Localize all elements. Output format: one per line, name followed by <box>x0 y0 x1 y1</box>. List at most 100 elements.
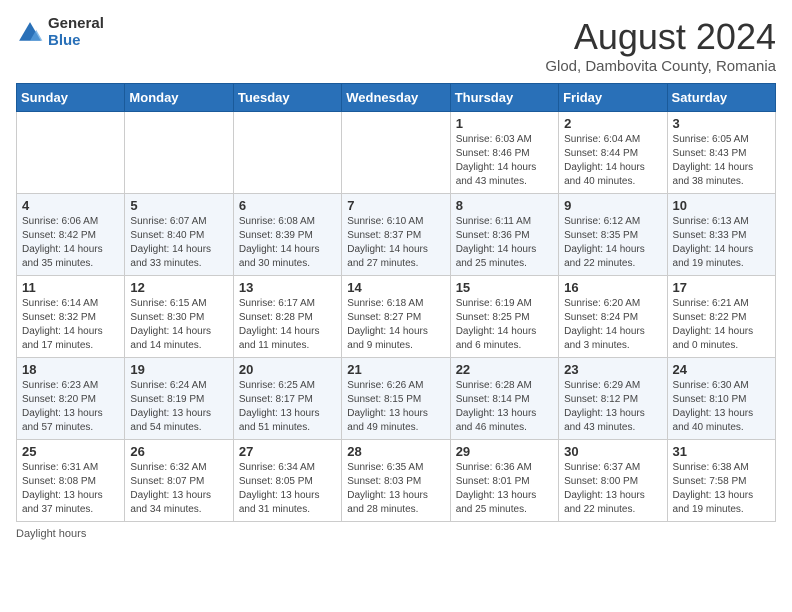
day-detail: Sunrise: 6:25 AM Sunset: 8:17 PM Dayligh… <box>239 379 336 435</box>
main-title: August 2024 <box>545 16 776 58</box>
day-number: 23 <box>564 362 661 377</box>
calendar-cell: 22 Sunrise: 6:28 AM Sunset: 8:14 PM Dayli… <box>450 358 558 440</box>
day-number: 3 <box>673 116 770 131</box>
day-number: 8 <box>456 198 553 213</box>
day-number: 29 <box>456 444 553 459</box>
day-detail: Sunrise: 6:13 AM Sunset: 8:33 PM Dayligh… <box>673 215 770 271</box>
calendar-cell <box>342 112 450 194</box>
calendar-cell: 27Sunrise: 6:34 AM Sunset: 8:05 PM Dayli… <box>233 440 341 522</box>
day-detail: Sunrise: 6:34 AM Sunset: 8:05 PM Dayligh… <box>239 461 336 517</box>
day-number: 17 <box>673 280 770 295</box>
logo-text: General Blue <box>48 16 104 49</box>
calendar-cell: 3Sunrise: 6:05 AM Sunset: 8:43 PM Daylig… <box>667 112 775 194</box>
day-number: 7 <box>347 198 444 213</box>
day-detail: Sunrise: 6:37 AM Sunset: 8:00 PM Dayligh… <box>564 461 661 517</box>
day-number: 14 <box>347 280 444 295</box>
day-number: 12 <box>130 280 227 295</box>
day-number: 31 <box>673 444 770 459</box>
logo-general-text: General <box>48 16 104 33</box>
calendar-cell: 10 Sunrise: 6:13 AM Sunset: 8:33 PM Dayli… <box>667 194 775 276</box>
day-number: 15 <box>456 280 553 295</box>
calendar-cell: 28Sunrise: 6:35 AM Sunset: 8:03 PM Dayli… <box>342 440 450 522</box>
calendar-week-row: 25 Sunrise: 6:31 AM Sunset: 8:08 PM Dayli… <box>17 440 776 522</box>
day-number: 25 <box>22 444 119 459</box>
col-header-sunday: Sunday <box>17 84 125 112</box>
calendar-week-row: 1Sunrise: 6:03 AM Sunset: 8:46 PM Daylig… <box>17 112 776 194</box>
day-number: 30 <box>564 444 661 459</box>
calendar-cell: 14Sunrise: 6:18 AM Sunset: 8:27 PM Dayli… <box>342 276 450 358</box>
calendar-cell <box>233 112 341 194</box>
logo-blue-text: Blue <box>48 33 104 50</box>
calendar-cell: 19 Sunrise: 6:24 AM Sunset: 8:19 PM Dayli… <box>125 358 233 440</box>
day-number: 20 <box>239 362 336 377</box>
day-number: 26 <box>130 444 227 459</box>
day-number: 24 <box>673 362 770 377</box>
day-number: 16 <box>564 280 661 295</box>
calendar-cell: 7 Sunrise: 6:10 AM Sunset: 8:37 PM Daylig… <box>342 194 450 276</box>
day-number: 21 <box>347 362 444 377</box>
calendar-cell: 4 Sunrise: 6:06 AM Sunset: 8:42 PM Daylig… <box>17 194 125 276</box>
calendar-cell: 25 Sunrise: 6:31 AM Sunset: 8:08 PM Dayli… <box>17 440 125 522</box>
calendar-cell: 5 Sunrise: 6:07 AM Sunset: 8:40 PM Daylig… <box>125 194 233 276</box>
day-detail: Sunrise: 6:06 AM Sunset: 8:42 PM Dayligh… <box>22 215 119 271</box>
day-number: 19 <box>130 362 227 377</box>
calendar-cell: 12 Sunrise: 6:15 AM Sunset: 8:30 PM Dayli… <box>125 276 233 358</box>
calendar-cell: 11Sunrise: 6:14 AM Sunset: 8:32 PM Dayli… <box>17 276 125 358</box>
day-detail: Sunrise: 6:36 AM Sunset: 8:01 PM Dayligh… <box>456 461 553 517</box>
calendar-cell: 20 Sunrise: 6:25 AM Sunset: 8:17 PM Dayli… <box>233 358 341 440</box>
day-detail: Sunrise: 6:28 AM Sunset: 8:14 PM Dayligh… <box>456 379 553 435</box>
calendar-cell: 21 Sunrise: 6:26 AM Sunset: 8:15 PM Dayli… <box>342 358 450 440</box>
calendar-cell: 24 Sunrise: 6:30 AM Sunset: 8:10 PM Dayli… <box>667 358 775 440</box>
calendar-cell: 2Sunrise: 6:04 AM Sunset: 8:44 PM Daylig… <box>559 112 667 194</box>
day-detail: Sunrise: 6:07 AM Sunset: 8:40 PM Dayligh… <box>130 215 227 271</box>
day-detail: Sunrise: 6:31 AM Sunset: 8:08 PM Dayligh… <box>22 461 119 517</box>
calendar-week-row: 18 Sunrise: 6:23 AM Sunset: 8:20 PM Dayli… <box>17 358 776 440</box>
day-detail: Sunrise: 6:08 AM Sunset: 8:39 PM Dayligh… <box>239 215 336 271</box>
calendar-cell: 1Sunrise: 6:03 AM Sunset: 8:46 PM Daylig… <box>450 112 558 194</box>
day-detail: Sunrise: 6:11 AM Sunset: 8:36 PM Dayligh… <box>456 215 553 271</box>
day-number: 22 <box>456 362 553 377</box>
day-number: 10 <box>673 198 770 213</box>
day-number: 4 <box>22 198 119 213</box>
day-number: 5 <box>130 198 227 213</box>
calendar-week-row: 4 Sunrise: 6:06 AM Sunset: 8:42 PM Daylig… <box>17 194 776 276</box>
calendar-week-row: 11Sunrise: 6:14 AM Sunset: 8:32 PM Dayli… <box>17 276 776 358</box>
day-number: 1 <box>456 116 553 131</box>
day-detail: Sunrise: 6:04 AM Sunset: 8:44 PM Dayligh… <box>564 133 661 189</box>
subtitle: Glod, Dambovita County, Romania <box>545 58 776 75</box>
calendar-header-row: SundayMondayTuesdayWednesdayThursdayFrid… <box>17 84 776 112</box>
day-detail: Sunrise: 6:23 AM Sunset: 8:20 PM Dayligh… <box>22 379 119 435</box>
footer-note: Daylight hours <box>16 528 776 540</box>
day-detail: Sunrise: 6:17 AM Sunset: 8:28 PM Dayligh… <box>239 297 336 353</box>
calendar-cell: 15Sunrise: 6:19 AM Sunset: 8:25 PM Dayli… <box>450 276 558 358</box>
col-header-tuesday: Tuesday <box>233 84 341 112</box>
col-header-wednesday: Wednesday <box>342 84 450 112</box>
day-detail: Sunrise: 6:29 AM Sunset: 8:12 PM Dayligh… <box>564 379 661 435</box>
title-block: August 2024 Glod, Dambovita County, Roma… <box>545 16 776 75</box>
col-header-saturday: Saturday <box>667 84 775 112</box>
calendar-cell <box>125 112 233 194</box>
calendar-cell: 18 Sunrise: 6:23 AM Sunset: 8:20 PM Dayli… <box>17 358 125 440</box>
logo: General Blue <box>16 16 104 49</box>
day-number: 18 <box>22 362 119 377</box>
day-number: 13 <box>239 280 336 295</box>
calendar-cell: 13 Sunrise: 6:17 AM Sunset: 8:28 PM Dayli… <box>233 276 341 358</box>
day-detail: Sunrise: 6:24 AM Sunset: 8:19 PM Dayligh… <box>130 379 227 435</box>
calendar-cell: 29 Sunrise: 6:36 AM Sunset: 8:01 PM Dayli… <box>450 440 558 522</box>
day-number: 9 <box>564 198 661 213</box>
day-number: 28 <box>347 444 444 459</box>
calendar-cell: 16 Sunrise: 6:20 AM Sunset: 8:24 PM Dayli… <box>559 276 667 358</box>
day-detail: Sunrise: 6:20 AM Sunset: 8:24 PM Dayligh… <box>564 297 661 353</box>
calendar-cell: 6Sunrise: 6:08 AM Sunset: 8:39 PM Daylig… <box>233 194 341 276</box>
col-header-thursday: Thursday <box>450 84 558 112</box>
day-detail: Sunrise: 6:26 AM Sunset: 8:15 PM Dayligh… <box>347 379 444 435</box>
calendar-cell: 8 Sunrise: 6:11 AM Sunset: 8:36 PM Daylig… <box>450 194 558 276</box>
day-detail: Sunrise: 6:15 AM Sunset: 8:30 PM Dayligh… <box>130 297 227 353</box>
calendar-cell: 17Sunrise: 6:21 AM Sunset: 8:22 PM Dayli… <box>667 276 775 358</box>
logo-icon <box>16 19 44 47</box>
day-detail: Sunrise: 6:30 AM Sunset: 8:10 PM Dayligh… <box>673 379 770 435</box>
day-detail: Sunrise: 6:10 AM Sunset: 8:37 PM Dayligh… <box>347 215 444 271</box>
calendar-cell <box>17 112 125 194</box>
calendar-cell: 23 Sunrise: 6:29 AM Sunset: 8:12 PM Dayli… <box>559 358 667 440</box>
calendar-table: SundayMondayTuesdayWednesdayThursdayFrid… <box>16 83 776 522</box>
